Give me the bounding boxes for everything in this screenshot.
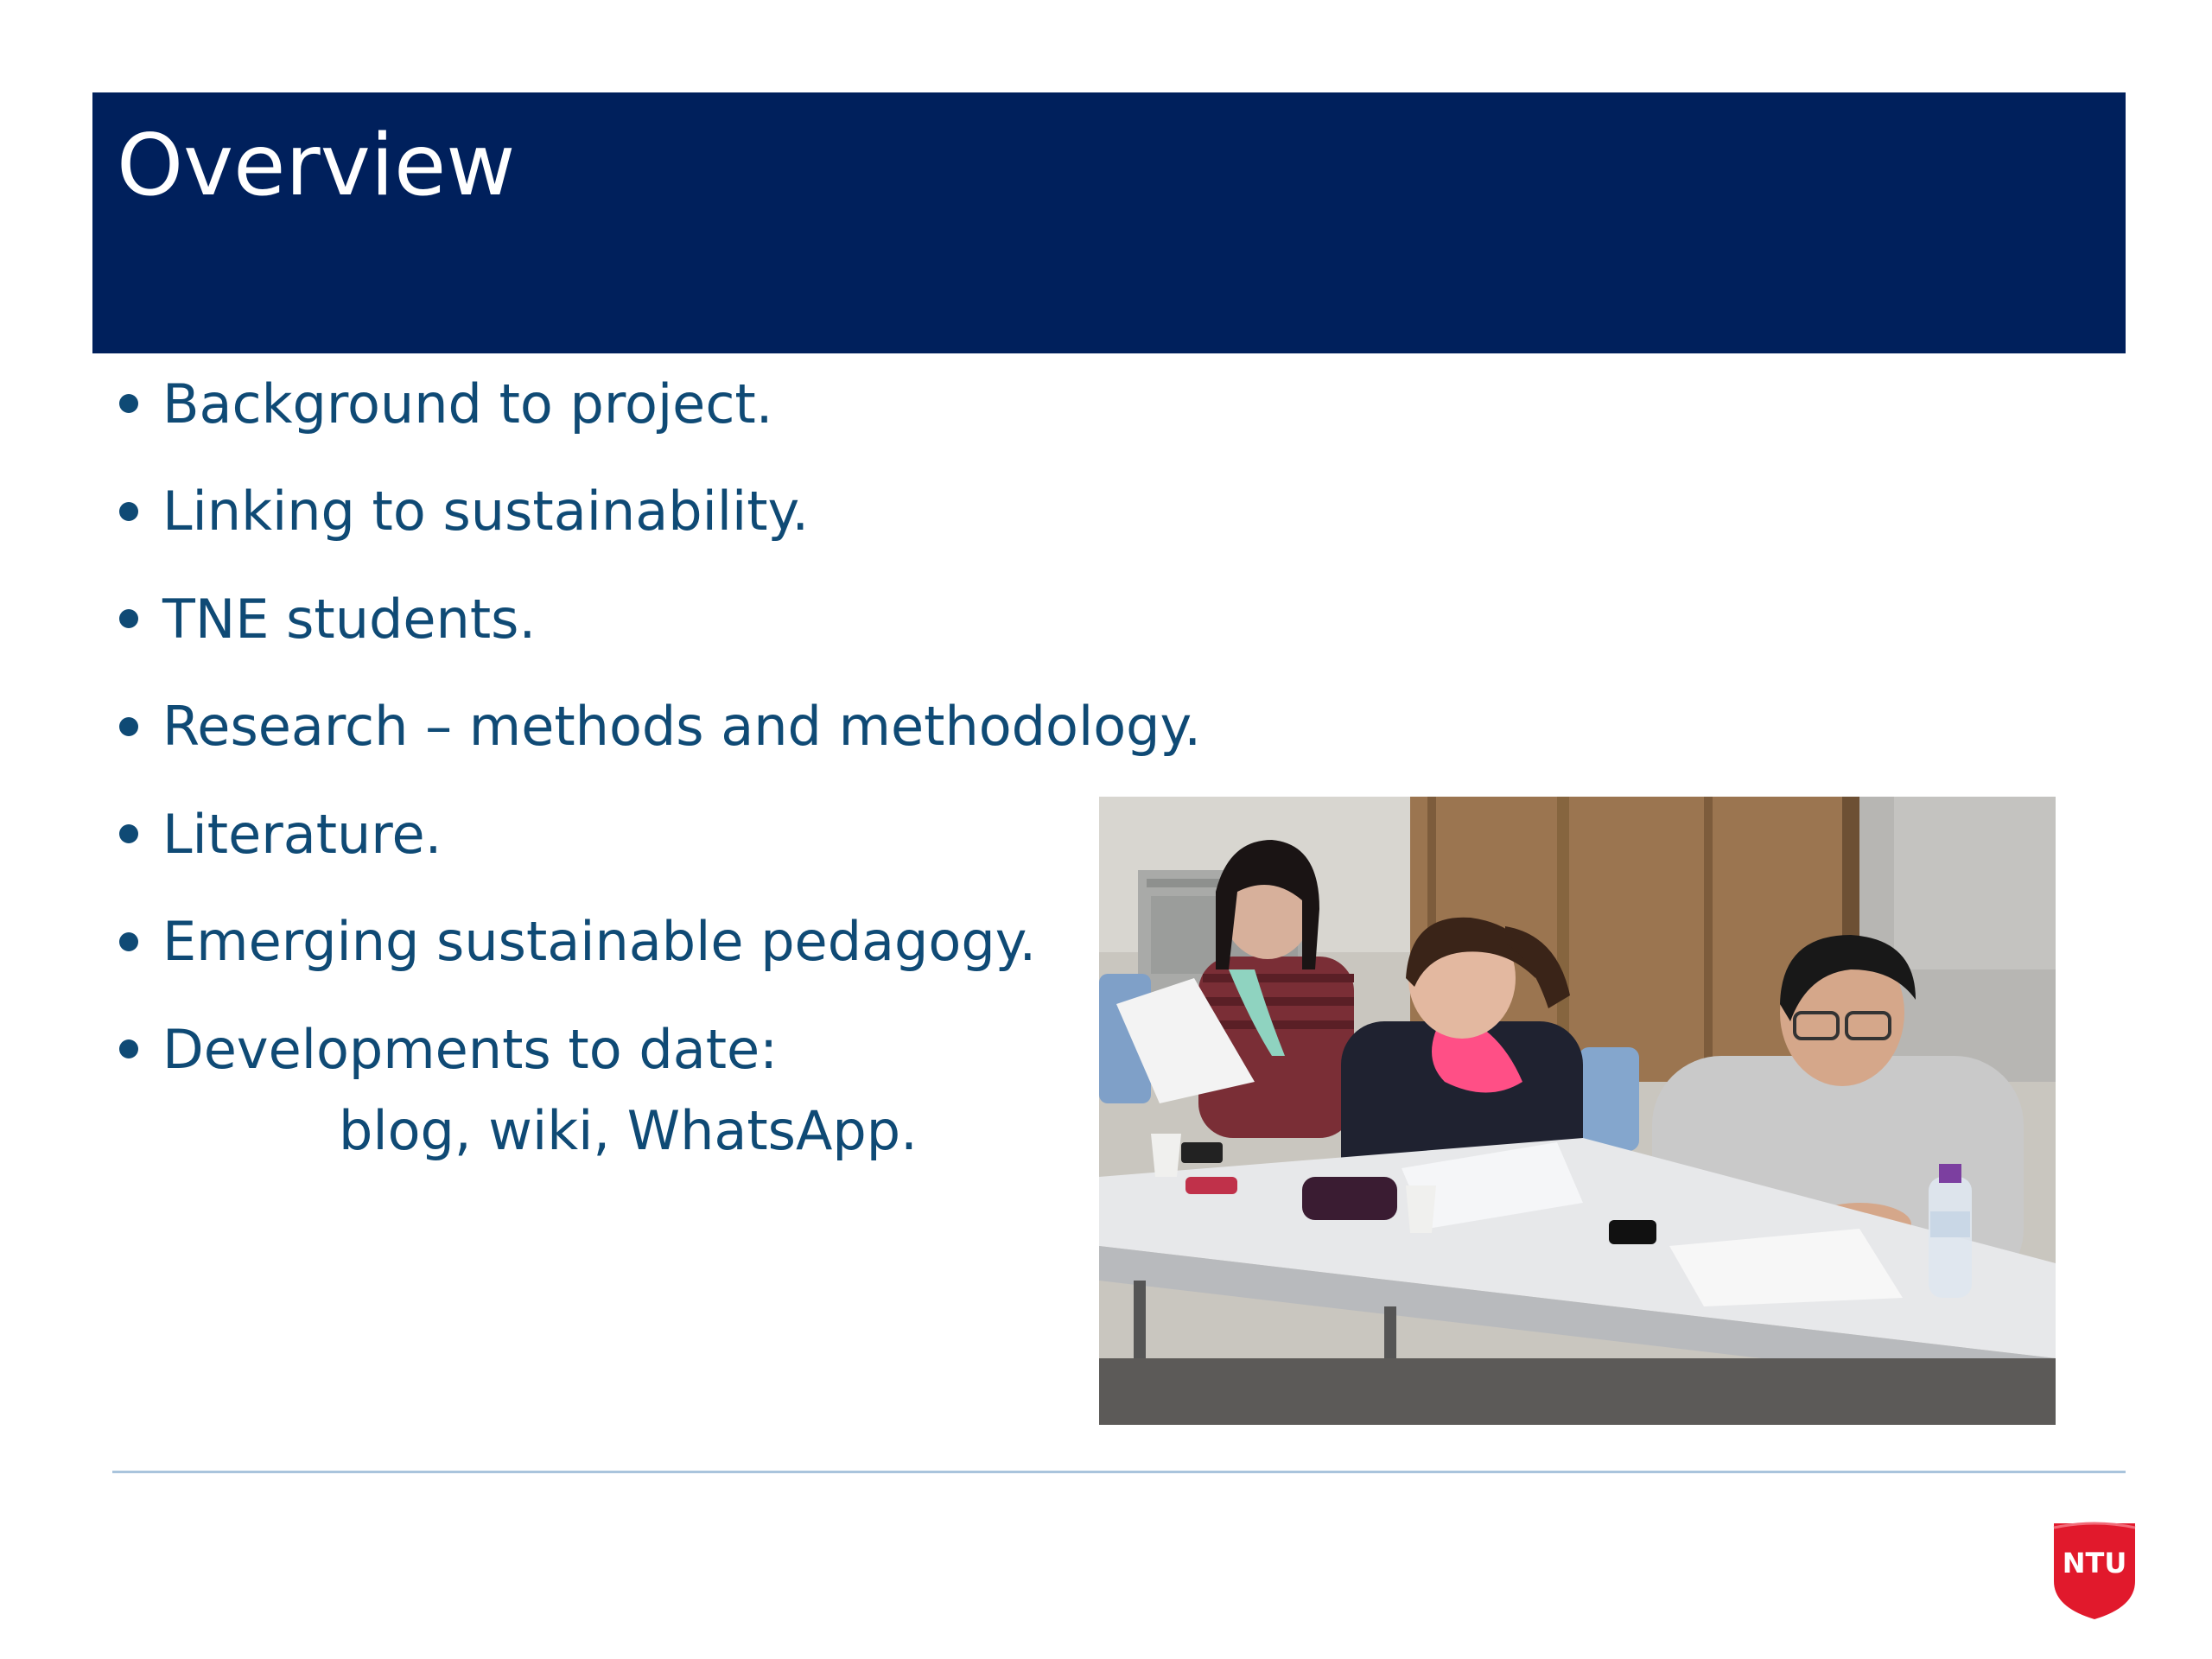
bullet-text: Linking to sustainability.: [162, 480, 810, 543]
bullet-item: Literature.: [114, 780, 1201, 888]
bullet-icon: [119, 394, 138, 414]
bullet-icon: [119, 716, 138, 736]
title-bar: Overview: [92, 92, 2126, 353]
bullet-list: Background to project. Linking to sustai…: [114, 350, 1201, 1103]
bullet-icon: [119, 1039, 138, 1059]
bullet-text: TNE students.: [162, 587, 537, 651]
bullet-icon: [119, 824, 138, 844]
logo-text: NTU: [2063, 1547, 2127, 1580]
bullet-text: Research – methods and methodology.: [162, 695, 1202, 759]
bullet-icon: [119, 501, 138, 521]
bullet-item: Developments to date:: [114, 995, 1201, 1103]
classroom-photo: [1099, 797, 2056, 1425]
slide: Overview Background to project. Linking …: [0, 0, 2212, 1659]
sub-bullet-text: blog, wiki, WhatsApp.: [339, 1099, 918, 1162]
bullet-text: Literature.: [162, 802, 442, 866]
bullet-text: Emerging sustainable pedagogy.: [162, 910, 1037, 974]
bullet-icon: [119, 609, 138, 629]
bullet-item: Emerging sustainable pedagogy.: [114, 888, 1201, 996]
bullet-item: Linking to sustainability.: [114, 458, 1201, 566]
bullet-item: Research – methods and methodology.: [114, 673, 1201, 781]
shield-icon: NTU: [2053, 1522, 2136, 1619]
bullet-text: Background to project.: [162, 372, 773, 435]
ntu-logo: NTU: [2051, 1521, 2138, 1622]
slide-title: Overview: [117, 117, 516, 215]
footer-divider: [112, 1471, 2126, 1473]
bullet-item: Background to project.: [114, 350, 1201, 458]
bullet-item: TNE students.: [114, 565, 1201, 673]
classroom-photo-illustration: [1099, 797, 2056, 1425]
bullet-text: Developments to date:: [162, 1017, 779, 1081]
bullet-icon: [119, 931, 138, 951]
